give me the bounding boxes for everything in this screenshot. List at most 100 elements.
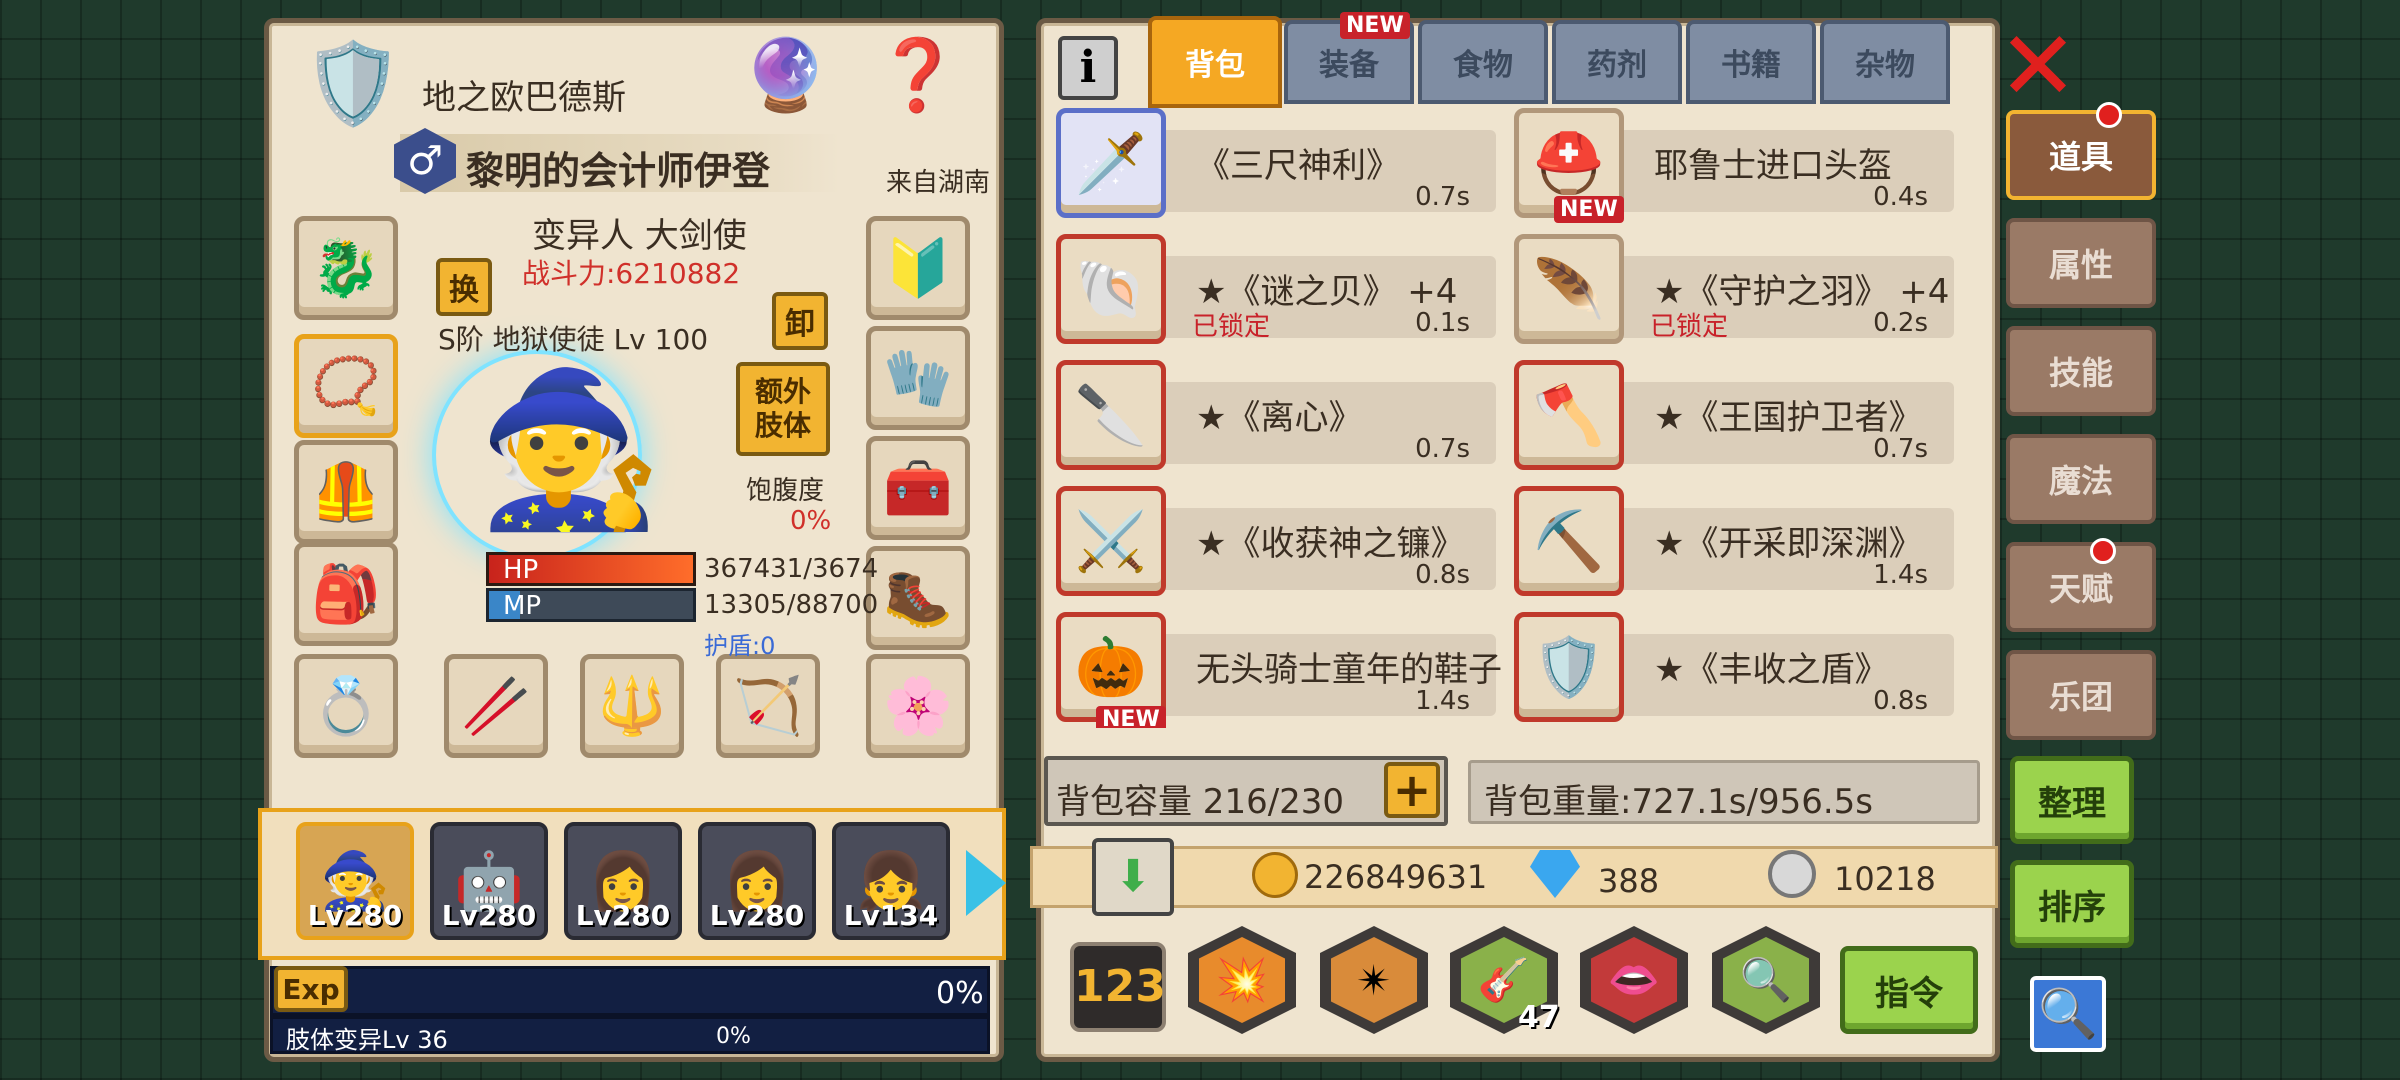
equip-slot-chest[interactable]: 🧰 xyxy=(866,436,970,540)
tools-alert-dot xyxy=(2096,102,2122,128)
extra-limb-button[interactable]: 额外肢体 xyxy=(736,362,830,456)
equip-slot-bow[interactable]: 🏹 xyxy=(716,654,820,758)
crystal-icon[interactable]: 🔮 xyxy=(736,34,836,130)
party-member[interactable]: 🤖 Lv280 xyxy=(430,822,548,940)
party-level: Lv280 xyxy=(307,899,403,932)
party-member[interactable]: 🧙 Lv280 xyxy=(296,822,414,940)
shell-icon: 🐚 xyxy=(1074,254,1148,323)
equipment-new-badge: NEW xyxy=(1340,12,1410,39)
equip-slot-accessory[interactable]: 🌸 xyxy=(866,654,970,758)
item-weight: 0.7s xyxy=(1415,182,1470,212)
equip-slot-belt[interactable]: 🎒 xyxy=(294,542,398,646)
side-tab[interactable]: 天赋 xyxy=(2006,542,2156,632)
satiety-label: 饱腹度 xyxy=(746,476,825,506)
shield-value: 护盾:0 xyxy=(704,632,776,660)
weight-label: 背包重量:727.1s/956.5s xyxy=(1484,782,1874,822)
inventory-item[interactable]: ⛏️ ★《开采即深渊》 1.4s xyxy=(1514,486,1954,598)
equip-slot-staff[interactable]: 🥢 xyxy=(444,654,548,758)
item-icon-slot: ⚔️ xyxy=(1056,486,1166,596)
item-weight: 0.8s xyxy=(1873,686,1928,716)
side-tab[interactable]: 道具 xyxy=(2006,110,2156,200)
item-name: ★《开采即深渊》 xyxy=(1654,524,1923,564)
feather-icon: 🪶 xyxy=(1532,254,1606,323)
item-weight: 0.4s xyxy=(1873,182,1928,212)
axe-icon: 🪓 xyxy=(1532,380,1606,449)
equip-slot-boots[interactable]: 🥾 xyxy=(866,546,970,650)
info-icon[interactable]: i xyxy=(1058,36,1118,100)
side-tab[interactable]: 属性 xyxy=(2006,218,2156,308)
command-button[interactable]: 指令 xyxy=(1840,946,1978,1034)
inventory-item[interactable]: 🐚 ★《谜之贝》 +4 0.1s 已锁定 xyxy=(1056,234,1496,346)
shuriken-icon: ✴ xyxy=(1331,937,1417,1023)
pickaxe-icon: ⛏️ xyxy=(1532,506,1606,575)
tab-misc[interactable]: 杂物 xyxy=(1820,20,1950,104)
item-list: 🗡️ 《三尺神利》 0.7s ⛑️ 耶鲁士进口头盔 0.4s NEW 🐚 ★《谜之贝》 +4 0.… xyxy=(1056,108,1980,728)
silver-coin-icon xyxy=(1768,850,1816,898)
party-level: Lv280 xyxy=(441,899,537,932)
crest-icon: 🔰 xyxy=(883,236,953,301)
inventory-item[interactable]: ⛑️ 耶鲁士进口头盔 0.4s NEW xyxy=(1514,108,1954,223)
boots-icon: 🥾 xyxy=(883,566,953,631)
unequip-button[interactable]: 卸 xyxy=(772,292,828,350)
expand-capacity-button[interactable]: + xyxy=(1384,762,1440,818)
inventory-item[interactable]: ⚔️ ★《收获神之镰》 0.8s xyxy=(1056,486,1496,598)
party-member[interactable]: 👧 Lv134 xyxy=(832,822,950,940)
rank-emblem-icon[interactable]: 🛡️ xyxy=(290,28,416,140)
hp-value: 367431/3674 xyxy=(704,554,879,584)
equip-slot-ring[interactable]: 💍 xyxy=(294,654,398,758)
origin-label: 来自湖南 xyxy=(886,168,991,198)
side-tab[interactable]: 技能 xyxy=(2006,326,2156,416)
party-member[interactable]: 👩 Lv280 xyxy=(698,822,816,940)
exp-bar xyxy=(270,966,990,1016)
tab-food[interactable]: 食物 xyxy=(1418,20,1548,104)
inventory-item[interactable]: 🔪 ★《离心》 0.7s xyxy=(1056,360,1496,472)
storage-download-icon[interactable]: ⬇ xyxy=(1092,838,1174,916)
equip-slot-glove[interactable]: 🧤 xyxy=(866,326,970,430)
close-icon[interactable]: ✕ xyxy=(1996,18,2080,114)
equip-slot-head[interactable]: 🐉 xyxy=(294,216,398,320)
item-name: 《三尺神利》 xyxy=(1196,146,1400,186)
side-tab[interactable]: 乐团 xyxy=(2006,650,2156,740)
bow-icon: 🏹 xyxy=(733,674,803,739)
ranking-icon[interactable]: 123 xyxy=(1070,942,1166,1032)
character-sprite[interactable]: 🧙 xyxy=(450,340,690,560)
exp-value: 0% xyxy=(936,976,984,1011)
party-level: Lv280 xyxy=(575,899,671,932)
inventory-item[interactable]: 🛡️ ★《丰收之盾》 0.8s xyxy=(1514,612,1954,724)
item-weight: 0.2s xyxy=(1873,308,1928,338)
party-member[interactable]: 👩 Lv280 xyxy=(564,822,682,940)
capacity-label: 背包容量 216/230 xyxy=(1056,782,1345,822)
pumpkin-icon: 🎃 xyxy=(1074,632,1148,701)
pet-label: S阶 地狱使徒 Lv 100 xyxy=(438,323,709,356)
belt-icon: 🎒 xyxy=(311,562,381,627)
hp-label: HP xyxy=(503,555,539,585)
gem-amount: 388 xyxy=(1598,862,1660,900)
gold-amount: 226849631 xyxy=(1304,858,1488,896)
inventory-item[interactable]: 🪓 ★《王国护卫者》 0.7s xyxy=(1514,360,1954,472)
tab-potion[interactable]: 药剂 xyxy=(1552,20,1682,104)
party-level: Lv280 xyxy=(709,899,805,932)
hanger-icon[interactable]: ❓ xyxy=(850,34,986,130)
item-new-badge: NEW xyxy=(1096,706,1166,728)
extra-limb-label: 额外肢体 xyxy=(754,375,811,442)
satiety-value: 0% xyxy=(790,506,832,536)
equip-slot-neck[interactable]: 📿 xyxy=(294,334,398,438)
inventory-item[interactable]: 🪶 ★《守护之羽》 +4 0.2s 已锁定 xyxy=(1514,234,1954,346)
search-icon[interactable]: 🔍 xyxy=(2030,976,2106,1052)
inventory-item[interactable]: 🗡️ 《三尺神利》 0.7s xyxy=(1056,108,1496,220)
ring-icon: 💍 xyxy=(311,674,381,739)
order-button[interactable]: 排序 xyxy=(2010,860,2134,948)
item-icon-slot: 🛡️ xyxy=(1514,612,1624,722)
swap-button[interactable]: 换 xyxy=(436,258,492,316)
sort-button[interactable]: 整理 xyxy=(2010,756,2134,844)
equip-slot-crest[interactable]: 🔰 xyxy=(866,216,970,320)
side-tab[interactable]: 魔法 xyxy=(2006,434,2156,524)
scythe-icon: ⚔️ xyxy=(1074,506,1148,575)
equip-slot-body[interactable]: 🦺 xyxy=(294,440,398,544)
item-locked: 已锁定 xyxy=(1650,312,1729,342)
tab-backpack[interactable]: 背包 xyxy=(1148,16,1282,108)
item-name: 无头骑士童年的鞋子 xyxy=(1196,650,1502,690)
equip-slot-spear[interactable]: 🔱 xyxy=(580,654,684,758)
inventory-item[interactable]: 🎃 无头骑士童年的鞋子 1.4s NEW xyxy=(1056,612,1502,728)
tab-books[interactable]: 书籍 xyxy=(1686,20,1816,104)
